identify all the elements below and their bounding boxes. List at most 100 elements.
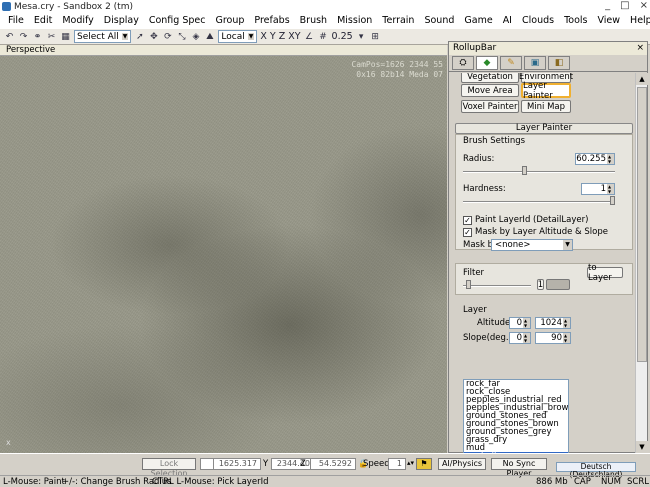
menu-help[interactable]: Help (630, 15, 650, 26)
coord-system-select[interactable]: Local ▼ (218, 30, 258, 43)
menu-modify[interactable]: Modify (62, 15, 93, 26)
to-layer-button[interactable]: to Layer (587, 263, 623, 283)
objects-tab-icon[interactable]: ⛭ (452, 56, 474, 70)
minimize-button[interactable]: _ (605, 0, 610, 11)
menu-tools[interactable]: Tools (564, 15, 587, 26)
redo-icon[interactable]: ↷ (18, 31, 29, 42)
axis-z-button[interactable]: Z (279, 31, 286, 42)
select-filter-icon[interactable]: ▦ (60, 31, 71, 42)
maximize-button[interactable]: □ (620, 0, 629, 11)
menu-view[interactable]: View (598, 15, 621, 26)
move-icon[interactable]: ✥ (148, 31, 159, 42)
menu-file[interactable]: File (8, 15, 24, 26)
snap-icon[interactable]: ◈ (190, 31, 201, 42)
ai-physics-button[interactable]: AI/Physics (438, 458, 486, 470)
vegetation-button[interactable]: Vegetation (461, 73, 519, 83)
language-indicator[interactable]: Deutsch (Deutschland) (556, 462, 636, 479)
close-button[interactable]: × (640, 0, 648, 11)
z-coord-value[interactable]: 54.5292 (310, 458, 356, 470)
rollup-scrollbar[interactable]: ▲ ▼ (635, 73, 648, 453)
filter-label: Filter (463, 268, 485, 278)
menu-sound[interactable]: Sound (424, 15, 454, 26)
hardness-slider[interactable] (463, 201, 615, 203)
menu-mission[interactable]: Mission (337, 15, 372, 26)
slope-min-input[interactable]: 0 (509, 332, 531, 344)
slope-max-input[interactable]: 90 (535, 332, 571, 344)
menu-display[interactable]: Display (104, 15, 139, 26)
filter-color-swatch[interactable] (546, 279, 570, 290)
menu-group[interactable]: Group (215, 15, 244, 26)
radius-slider[interactable] (463, 171, 615, 173)
hardness-label: Hardness: (463, 184, 506, 194)
rollup-body: Vegetation Environment Move Area Layer P… (449, 73, 635, 453)
snap-angle-icon[interactable]: ∠ (304, 31, 315, 42)
rollup-close-icon[interactable]: × (636, 42, 644, 55)
menu-config-spec[interactable]: Config Spec (149, 15, 206, 26)
grid-icon[interactable]: # (318, 31, 329, 42)
layers-tab-icon[interactable]: ◧ (548, 56, 570, 70)
menu-clouds[interactable]: Clouds (522, 15, 554, 26)
mask-by-select[interactable]: <none> ▼ (491, 239, 573, 251)
hardness-slider-thumb[interactable] (610, 196, 615, 205)
axis-y-button[interactable]: Y (270, 31, 276, 42)
hardness-input[interactable]: 1 (581, 183, 615, 195)
unlink-icon[interactable]: ✂ (46, 31, 57, 42)
memory-usage: 886 Mb (536, 477, 568, 487)
radius-slider-thumb[interactable] (522, 166, 527, 175)
undo-icon[interactable]: ↶ (4, 31, 15, 42)
hint-paint: L-Mouse: Paint (3, 477, 65, 487)
mini-map-button[interactable]: Mini Map (521, 100, 571, 113)
axis-xy-button[interactable]: XY (288, 31, 300, 42)
scrollbar-thumb[interactable] (637, 87, 647, 362)
layer-painter-button[interactable]: Layer Painter (521, 81, 571, 101)
x-coord-value[interactable]: 1625.317 (213, 458, 261, 470)
menu-terrain[interactable]: Terrain (382, 15, 414, 26)
scale-icon[interactable]: ⤡ (176, 31, 187, 42)
filter-slider[interactable] (463, 285, 531, 287)
y-label: Y (263, 459, 269, 469)
viewport-title: Perspective (0, 45, 447, 56)
altitude-max-input[interactable]: 1024 (535, 317, 571, 329)
ruler-icon[interactable]: ⊞ (370, 31, 381, 42)
scroll-up-icon[interactable]: ▲ (636, 73, 648, 85)
select-arrow-icon[interactable]: ➚ (134, 31, 145, 42)
speed-spinner-icon[interactable]: ▴▾ (407, 459, 414, 467)
voxel-painter-button[interactable]: Voxel Painter (461, 100, 519, 113)
lock-selection-button[interactable]: Lock Selection (142, 458, 196, 478)
radius-input[interactable]: 60.255 (575, 153, 615, 165)
modelling-tab-icon[interactable]: ✎ (500, 56, 522, 70)
rotate-icon[interactable]: ⟳ (162, 31, 173, 42)
menu-game[interactable]: Game (464, 15, 492, 26)
title-bar: Mesa.cry - Sandbox 2 (tm) _ □ × (0, 0, 650, 13)
axis-gizmo: x (6, 438, 11, 447)
selection-mode-select[interactable]: Select All ▼ (74, 30, 132, 43)
speed-input[interactable]: 1 (388, 458, 406, 470)
filter-value-box[interactable]: 1 (537, 279, 544, 290)
terrain-tab-icon[interactable]: ◆ (476, 56, 498, 70)
scroll-down-icon[interactable]: ▼ (636, 441, 648, 453)
layer-painter-section-header[interactable]: Layer Painter (455, 123, 633, 134)
grid-size-value[interactable]: 0.25 (332, 31, 353, 42)
no-sync-player-button[interactable]: No Sync Player (491, 458, 547, 478)
terrain-snap-icon[interactable]: ⛰ (204, 31, 215, 42)
rollup-tabs: ⛭ ◆ ✎ ▣ ◧ (449, 55, 647, 72)
camera-info: CamPos=1626 2344 55 0x16 82b14 Meda 07 (351, 60, 443, 79)
menu-ai[interactable]: AI (503, 15, 512, 26)
layer-list[interactable]: rock_far rock_close pepples_industrial_r… (463, 379, 569, 453)
perspective-viewport[interactable]: Perspective CamPos=1626 2344 55 0x16 82b… (0, 45, 447, 453)
menu-brush[interactable]: Brush (300, 15, 327, 26)
altitude-min-input[interactable]: 0 (509, 317, 531, 329)
link-icon[interactable]: ⚭ (32, 31, 43, 42)
filter-slider-thumb[interactable] (466, 280, 471, 289)
rollup-bar: RollupBar × ⛭ ◆ ✎ ▣ ◧ Vegetation Environ… (448, 41, 648, 453)
menu-edit[interactable]: Edit (34, 15, 52, 26)
menu-prefabs[interactable]: Prefabs (254, 15, 289, 26)
layer-label: Layer (463, 305, 487, 315)
grid-dropdown-icon[interactable]: ▾ (356, 31, 367, 42)
mask-altitude-checkbox[interactable]: ✓ Mask by Layer Altitude & Slope (463, 227, 608, 237)
display-tab-icon[interactable]: ▣ (524, 56, 546, 70)
paint-layerid-checkbox[interactable]: ✓ Paint LayerId (DetailLayer) (463, 215, 588, 225)
move-area-button[interactable]: Move Area (461, 84, 519, 97)
physics-toggle-icon[interactable]: ⚑ (416, 458, 432, 470)
axis-x-button[interactable]: X (260, 31, 267, 42)
